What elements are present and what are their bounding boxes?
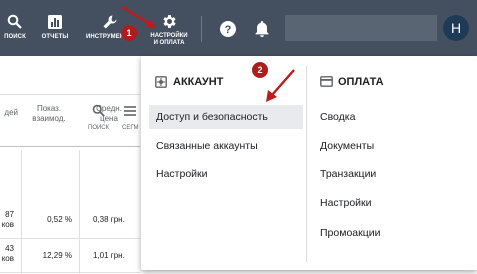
- annotation-badge-1: 1: [121, 25, 137, 41]
- annotation-overlay: [121, 5, 295, 102]
- annotation-arrow-2: [266, 69, 295, 102]
- annotation-badge-2: 2: [252, 62, 268, 78]
